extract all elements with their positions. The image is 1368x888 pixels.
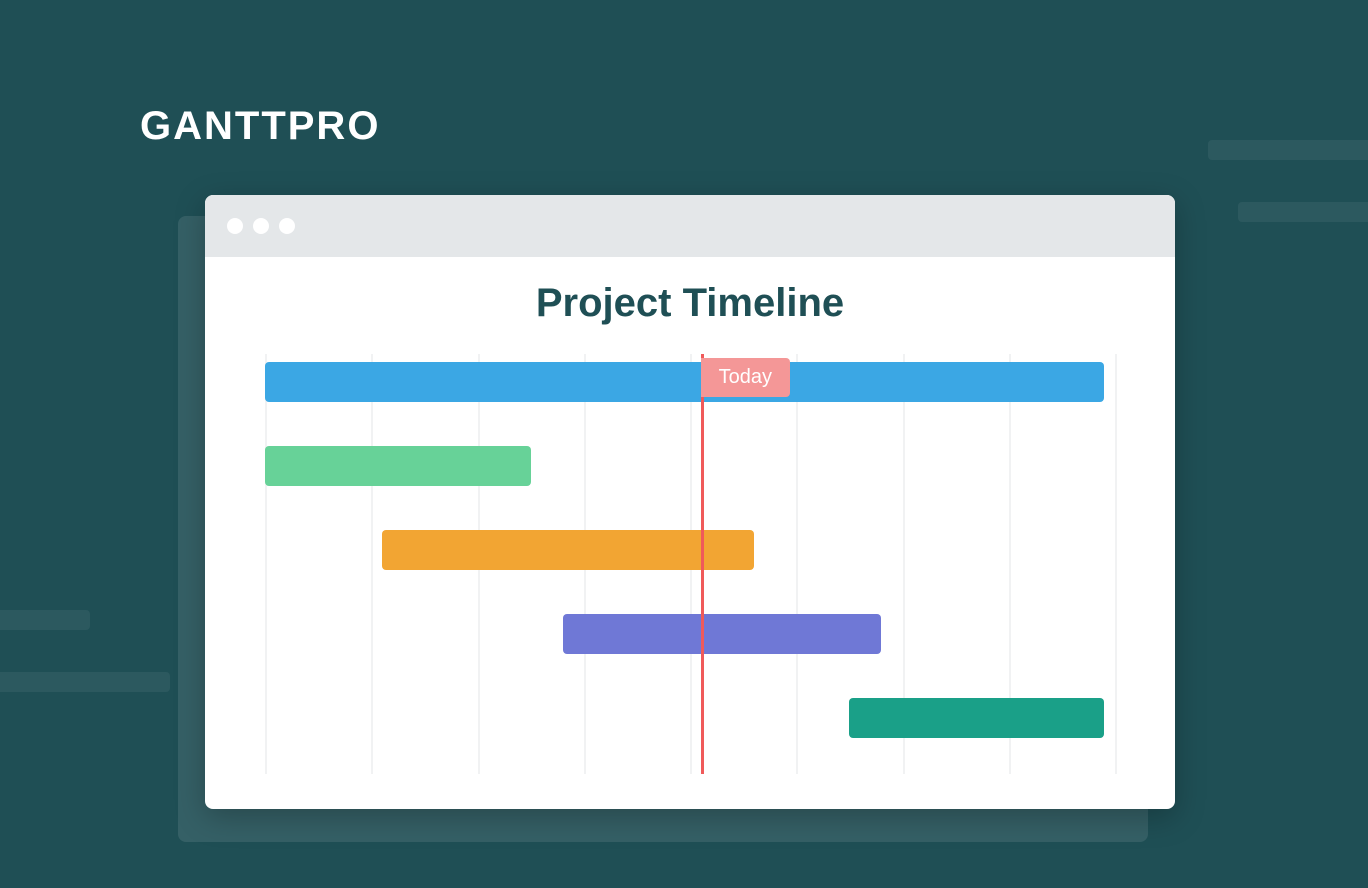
window-control-dot (253, 218, 269, 234)
window-content: Project Timeline Today (205, 257, 1175, 809)
app-window: Project Timeline Today (205, 195, 1175, 809)
gantt-bar (265, 446, 531, 486)
window-control-dot (279, 218, 295, 234)
today-marker-line: Today (701, 354, 704, 774)
gantt-chart-area: Today (265, 354, 1115, 774)
grid-line (371, 354, 373, 774)
brand-logo: GANTTPRO (140, 104, 380, 149)
deco-block (1238, 202, 1368, 222)
gantt-bar (563, 614, 882, 654)
deco-block (1208, 140, 1368, 160)
gantt-bar (382, 530, 754, 570)
grid-line (796, 354, 798, 774)
gantt-bar (849, 698, 1104, 738)
chart-title: Project Timeline (205, 281, 1175, 326)
gantt-bar (265, 362, 1104, 402)
grid-line (1115, 354, 1117, 774)
window-control-dot (227, 218, 243, 234)
deco-block (0, 672, 170, 692)
grid-line (265, 354, 267, 774)
deco-block (0, 610, 90, 630)
window-titlebar (205, 195, 1175, 257)
today-flag: Today (701, 358, 790, 397)
